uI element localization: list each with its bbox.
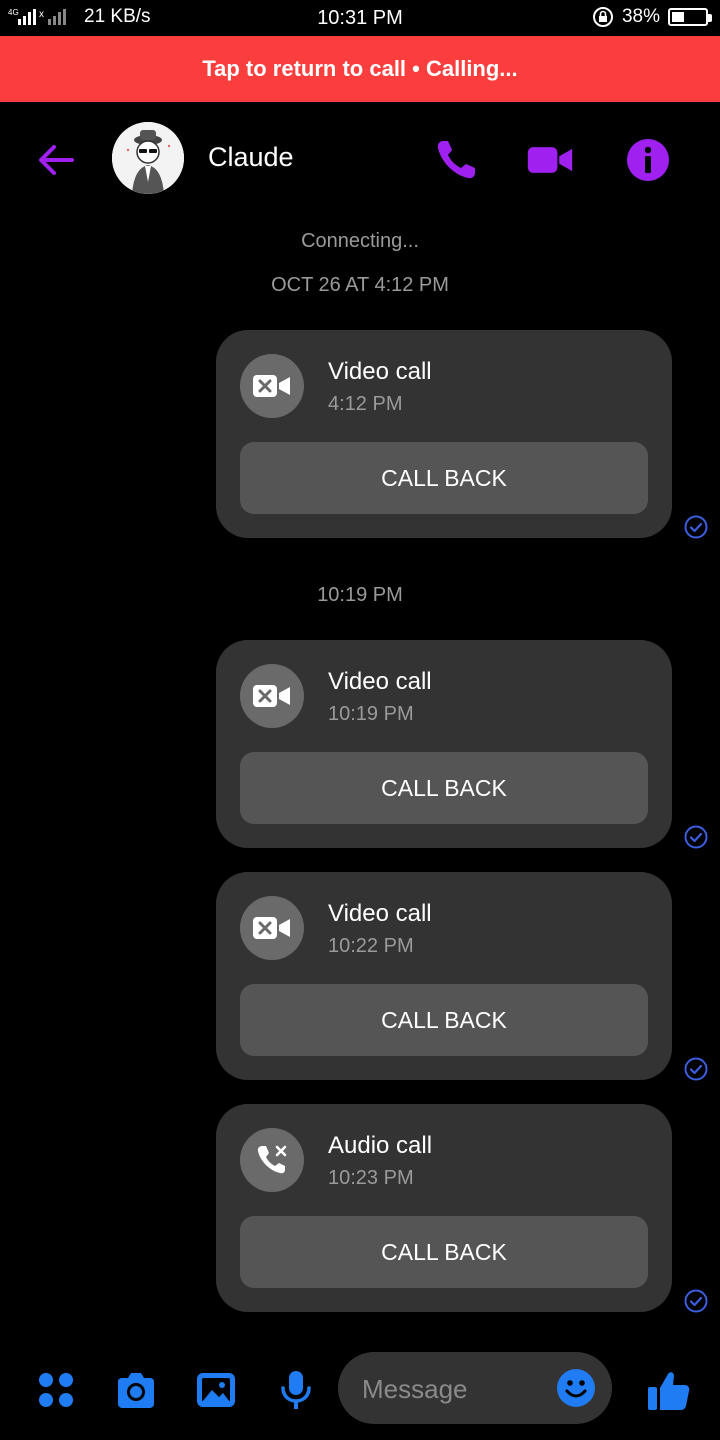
avatar-illustration	[112, 122, 184, 194]
message-placeholder: Message	[362, 1374, 468, 1404]
call-back-button[interactable]: CALL BACK	[240, 1216, 648, 1288]
connecting-status: Connecting...	[301, 230, 419, 252]
status-right: 38%	[592, 6, 712, 28]
missed-phone-icon	[240, 1128, 304, 1192]
banner-text: Tap to return to call • Calling...	[202, 56, 518, 81]
avatar[interactable]	[112, 122, 184, 194]
status-bar: 4G x 21 KB/s 10:31 PM 38%	[0, 0, 720, 36]
message-composer: Message	[0, 1340, 720, 1440]
missed-video-icon	[240, 664, 304, 728]
sent-check-icon	[684, 1057, 708, 1081]
battery-percent: 38%	[621, 6, 660, 27]
microphone-icon[interactable]	[274, 1368, 318, 1412]
missed-video-icon	[240, 896, 304, 960]
missed-call-card: Audio call 10:23 PM CALL BACK	[216, 1104, 672, 1312]
message-input[interactable]: Message	[338, 1352, 612, 1424]
timestamp-divider: OCT 26 AT 4:12 PM	[271, 274, 449, 296]
call-type: Audio call	[328, 1132, 433, 1159]
battery-icon	[668, 8, 712, 26]
missed-call-card: Video call 10:22 PM CALL BACK	[216, 872, 672, 1080]
call-time: 4:12 PM	[328, 393, 403, 415]
call-time: 10:22 PM	[328, 935, 414, 957]
video-camera-icon[interactable]	[526, 136, 574, 184]
more-actions-icon[interactable]	[34, 1368, 78, 1412]
sent-check-icon	[684, 1289, 708, 1313]
missed-call-card: Video call 10:19 PM CALL BACK	[216, 640, 672, 848]
rotation-lock-icon	[592, 7, 613, 27]
return-to-call-banner[interactable]: Tap to return to call • Calling...	[0, 36, 720, 102]
call-type: Video call	[328, 900, 432, 927]
call-back-button[interactable]: CALL BACK	[240, 984, 648, 1056]
battery-fill	[672, 12, 685, 22]
timestamp-divider: 10:19 PM	[317, 584, 403, 606]
missed-video-icon	[240, 354, 304, 418]
phone-icon[interactable]	[432, 136, 480, 184]
sent-check-icon	[684, 515, 708, 539]
contact-name[interactable]: Claude	[208, 142, 294, 173]
info-icon[interactable]	[624, 136, 672, 184]
call-time: 10:23 PM	[328, 1167, 414, 1189]
back-arrow-icon[interactable]	[34, 138, 78, 182]
call-type: Video call	[328, 668, 432, 695]
missed-call-card: Video call 4:12 PM CALL BACK	[216, 330, 672, 538]
call-type: Video call	[328, 358, 432, 385]
call-back-button[interactable]: CALL BACK	[240, 442, 648, 514]
like-thumb-icon[interactable]	[646, 1368, 692, 1414]
sent-check-icon	[684, 825, 708, 849]
chat-header: Claude	[0, 102, 720, 214]
call-back-button[interactable]: CALL BACK	[240, 752, 648, 824]
emoji-icon[interactable]	[556, 1368, 596, 1408]
gallery-icon[interactable]	[194, 1368, 238, 1412]
camera-icon[interactable]	[114, 1368, 158, 1412]
call-time: 10:19 PM	[328, 703, 414, 725]
